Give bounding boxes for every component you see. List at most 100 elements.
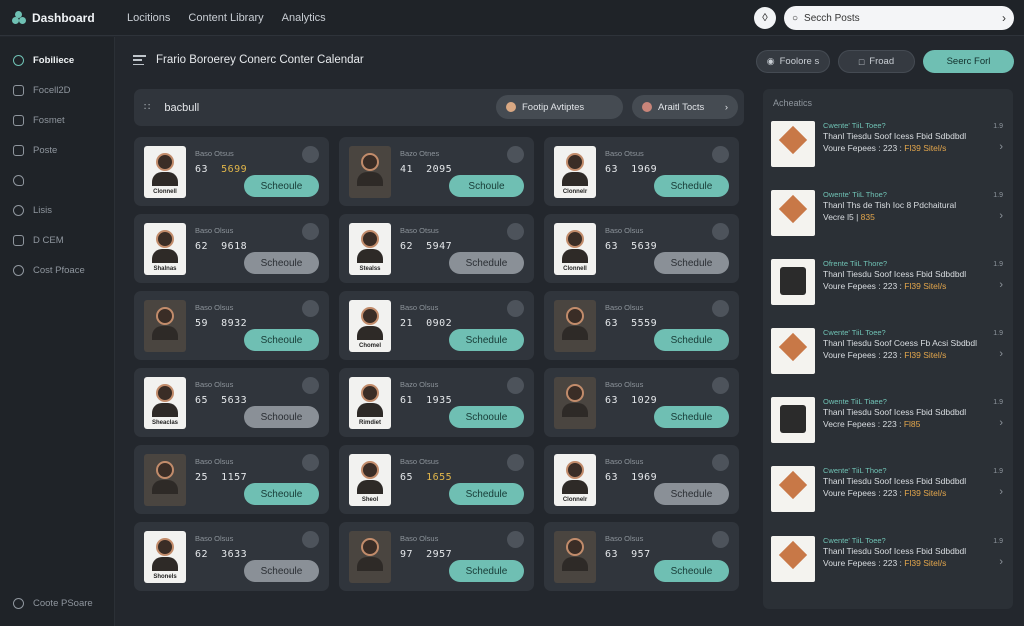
search-input[interactable] (804, 12, 996, 24)
sidebar-item-6[interactable]: Lisis (0, 195, 114, 225)
chevron-right-icon[interactable]: › (999, 417, 1003, 429)
select-toggle[interactable] (507, 223, 524, 240)
post-card[interactable]: Clonnell Baso Olsus 63 5639 Schedule (544, 214, 739, 283)
post-card[interactable]: Shonels Baso Olsus 62 3633 Scheoule (134, 522, 329, 591)
schedule-button[interactable]: Schoule (449, 175, 524, 197)
post-card[interactable]: Baso Olsus 63 5559 Schedule (544, 291, 739, 360)
schedule-button[interactable]: Schedule (449, 329, 524, 351)
analytics-item[interactable]: Ofrente TiiL Thore? Thanl Tiesdu Soof Ice… (771, 255, 1007, 313)
post-card[interactable]: Baso Olsus 25 1157 Scheoule (134, 445, 329, 514)
select-toggle[interactable] (712, 223, 729, 240)
search-post-button[interactable]: Seerc Forl (923, 50, 1014, 73)
select-toggle[interactable] (712, 377, 729, 394)
schedule-button[interactable]: Schedule (654, 175, 729, 197)
sidebar-item-7[interactable]: D CEM (0, 225, 114, 255)
sidebar-item-8[interactable]: Cost Pfoace (0, 255, 114, 285)
chevron-right-icon[interactable]: › (999, 486, 1003, 498)
post-card[interactable]: Shalnas Baso Olsus 62 9618 Scheoule (134, 214, 329, 283)
select-toggle[interactable] (302, 377, 319, 394)
select-toggle[interactable] (507, 146, 524, 163)
post-card[interactable]: Sheaclas Baso Olsus 65 5633 Schooule (134, 368, 329, 437)
schedule-button[interactable]: Schedule (654, 483, 729, 505)
select-toggle[interactable] (302, 223, 319, 240)
schedule-button[interactable]: Schooule (449, 406, 524, 428)
chip-tools[interactable]: Araitl Tocts › (632, 95, 738, 119)
schedule-button[interactable]: Schedule (449, 560, 524, 582)
post-card[interactable]: Baso Olsus 63 1029 Schedule (544, 368, 739, 437)
sidebar-item-1[interactable]: Fobiliece (0, 45, 114, 75)
select-toggle[interactable] (712, 146, 729, 163)
select-toggle[interactable] (302, 531, 319, 548)
sidebar-item-2[interactable]: Focell2D (0, 75, 114, 105)
sidebar-item-settings[interactable]: Coote PSoare (0, 588, 93, 618)
schedule-button[interactable]: Scheoule (244, 329, 319, 351)
post-card[interactable]: Baso Olsus 59 8932 Scheoule (134, 291, 329, 360)
select-toggle[interactable] (302, 300, 319, 317)
sidebar-item-4[interactable]: Poste (0, 135, 114, 165)
analytics-item[interactable]: Owente TiiL Tiaee? Thanl Tiesdu Soof Ices… (771, 393, 1007, 451)
post-card[interactable]: Chomel Baso Olsus 21 0902 Schedule (339, 291, 534, 360)
chevron-right-icon: › (724, 101, 728, 113)
sidebar-item-3[interactable]: Fosmet (0, 105, 114, 135)
schedule-button[interactable]: Schedule (449, 252, 524, 274)
chevron-right-icon[interactable]: › (1002, 11, 1006, 25)
nav-locations[interactable]: Locitions (127, 12, 170, 24)
analytics-item[interactable]: Cwente' TiiL Toee? Thanl Tiesdu Soof Coes… (771, 324, 1007, 382)
select-toggle[interactable] (712, 300, 729, 317)
schedule-button[interactable]: Schooule (244, 406, 319, 428)
post-card[interactable]: Clonnelr Baso Olsus 63 1969 Schedule (544, 445, 739, 514)
analytics-item[interactable]: Owente' TiiL Thoe? Thanl Ths de Tish Ioc … (771, 186, 1007, 244)
filter-button[interactable]: ◉ Foolore s (756, 50, 830, 73)
schedule-button[interactable]: Schedule (654, 329, 729, 351)
select-toggle[interactable] (507, 531, 524, 548)
post-card[interactable]: Bazo Otnes 41 2095 Schoule (339, 137, 534, 206)
select-toggle[interactable] (507, 454, 524, 471)
post-card[interactable]: Baso Olsus 97 2957 Schedule (339, 522, 534, 591)
post-card[interactable]: Rimdiet Bazo Olsus 61 1935 Schooule (339, 368, 534, 437)
chevron-right-icon[interactable]: › (999, 141, 1003, 153)
period-button[interactable]: □ Froad (838, 50, 915, 73)
chevron-right-icon[interactable]: › (999, 348, 1003, 360)
analytics-item[interactable]: Cwente' TiiL Toee? Thanl Tiesdu Soof Ices… (771, 532, 1007, 590)
analytics-item[interactable]: Cwente' TiiL Toee? Thanl Tiesdu Soof Ices… (771, 117, 1007, 175)
chevron-right-icon[interactable]: › (999, 279, 1003, 291)
nav-content-library[interactable]: Content Library (188, 12, 263, 24)
post-thumbnail: Shonels (144, 531, 186, 583)
schedule-button[interactable]: Scheoule (244, 560, 319, 582)
stat-value: 0902 (426, 318, 453, 329)
stat-count: 65 (400, 472, 414, 483)
card-stats: 61 1935 (400, 395, 452, 406)
post-card[interactable]: Stealss Baso Otsus 62 5947 Schedule (339, 214, 534, 283)
select-toggle[interactable] (712, 531, 729, 548)
schedule-button[interactable]: Schedule (449, 483, 524, 505)
grid-icon[interactable]: ∷ (144, 102, 150, 113)
notification-bell-icon[interactable]: ◊ (754, 7, 776, 29)
select-toggle[interactable] (712, 454, 729, 471)
analytics-item[interactable]: Cwente' TiiL Thoe? Thanl Tiesdu Soof Ices… (771, 462, 1007, 520)
item-kicker: Owente TiiL Tiaee? (823, 397, 887, 406)
schedule-button[interactable]: Scheoule (654, 560, 729, 582)
chevron-right-icon[interactable]: › (999, 210, 1003, 222)
schedule-button[interactable]: Scheoule (244, 252, 319, 274)
post-card[interactable]: Clonnell Baso Otsus 63 5699 Scheoule (134, 137, 329, 206)
select-toggle[interactable] (302, 454, 319, 471)
thumbnail-caption: Clonnell (563, 266, 587, 272)
sidebar-item-5[interactable] (0, 165, 114, 195)
search-bar[interactable]: ○ › (784, 6, 1014, 30)
schedule-button[interactable]: Scheoule (244, 483, 319, 505)
brand[interactable]: Dashboard (0, 10, 115, 25)
select-toggle[interactable] (507, 377, 524, 394)
chevron-right-icon[interactable]: › (999, 556, 1003, 568)
post-card[interactable]: Baso Olsus 63 957 Scheoule (544, 522, 739, 591)
schedule-button[interactable]: Schedule (654, 252, 729, 274)
chip-activities[interactable]: Footip Avtiptes (496, 95, 623, 119)
post-card[interactable]: Sheol Baso Otsus 65 1655 Schedule (339, 445, 534, 514)
schedule-button[interactable]: Scheoule (244, 175, 319, 197)
item-count: 1.9 (993, 468, 1003, 475)
post-card[interactable]: Clonnelr Baso Otsus 63 1969 Schedule (544, 137, 739, 206)
menu-icon[interactable] (133, 55, 146, 65)
nav-analytics[interactable]: Analytics (282, 12, 326, 24)
select-toggle[interactable] (302, 146, 319, 163)
select-toggle[interactable] (507, 300, 524, 317)
schedule-button[interactable]: Schedule (654, 406, 729, 428)
